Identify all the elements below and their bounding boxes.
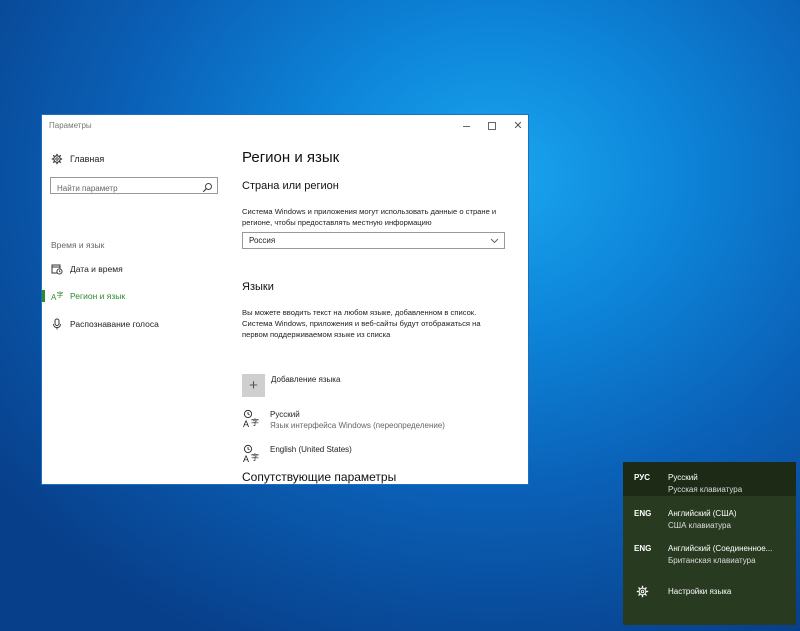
svg-text:A: A	[243, 419, 249, 429]
language-settings-link[interactable]: Настройки языка	[623, 580, 796, 604]
region-language-icon: A字	[51, 290, 63, 302]
close-button[interactable]: ✕	[508, 118, 528, 134]
language-name: English (United States)	[270, 445, 352, 454]
sidebar-item-speech[interactable]: Распознавание голоса	[42, 315, 226, 333]
calendar-clock-icon	[51, 263, 63, 275]
language-name: Русский	[270, 410, 300, 419]
section-label: Время и язык	[51, 240, 105, 250]
related-heading: Сопутствующие параметры	[242, 470, 397, 484]
gear-icon	[51, 153, 63, 165]
keyboard-name: Русская клавиатура	[668, 485, 743, 494]
language-icon: A字	[242, 444, 262, 464]
page-title: Регион и язык	[242, 149, 340, 166]
language-text: Русский Язык интерфейса Windows (переопр…	[270, 409, 445, 431]
plus-icon: +	[242, 374, 265, 397]
gear-icon	[636, 585, 649, 598]
sidebar: Главная Время и язык Дата и время A字 Рег…	[42, 137, 226, 484]
chevron-down-icon	[490, 236, 499, 245]
svg-text:字: 字	[251, 452, 259, 462]
microphone-icon	[51, 318, 63, 330]
language-settings-label: Настройки языка	[668, 587, 732, 596]
language-name: Английский (США)	[668, 509, 737, 518]
search-box	[50, 177, 218, 196]
sidebar-item-label: Распознавание голоса	[70, 319, 159, 329]
flyout-item-eng-uk[interactable]: ENG Английский (Соединенное... Британска…	[623, 533, 796, 567]
home-label: Главная	[70, 154, 105, 164]
add-language-button[interactable]: + Добавление языка	[242, 374, 340, 397]
settings-window: Параметры ✕ Главная Время и язык	[41, 114, 529, 485]
language-item-english[interactable]: A字 English (United States)	[242, 444, 352, 464]
language-code: ENG	[634, 544, 652, 553]
language-icon: A字	[242, 409, 262, 429]
minimize-button[interactable]	[456, 118, 476, 134]
country-heading: Страна или регион	[242, 180, 339, 192]
minimize-icon	[462, 125, 470, 127]
language-code: РУС	[634, 473, 650, 482]
country-select[interactable]: Россия	[242, 232, 505, 249]
add-language-label: Добавление языка	[271, 375, 341, 384]
country-value: Россия	[249, 236, 276, 245]
title-bar[interactable]: Параметры ✕	[42, 115, 528, 137]
content-pane: Регион и язык Страна или регион Система …	[242, 137, 522, 484]
languages-description: Вы можете вводить текст на любом языке, …	[242, 308, 481, 339]
language-name: Английский (Соединенное...	[668, 544, 773, 553]
language-code: ENG	[634, 509, 652, 518]
language-name: Русский	[668, 473, 698, 482]
language-item-russian[interactable]: A字 Русский Язык интерфейса Windows (пере…	[242, 409, 445, 431]
country-description: Система Windows и приложения могут испол…	[242, 207, 497, 227]
svg-text:A: A	[243, 454, 249, 464]
languages-heading: Языки	[242, 281, 274, 293]
close-icon: ✕	[513, 119, 523, 132]
flyout-item-rus[interactable]: РУС Русский Русская клавиатура	[623, 462, 796, 496]
keyboard-name: США клавиатура	[668, 521, 731, 530]
flyout-item-eng-us[interactable]: ENG Английский (США) США клавиатура	[623, 498, 796, 532]
sidebar-item-label: Дата и время	[70, 264, 123, 274]
sidebar-item-region-language[interactable]: A字 Регион и язык	[42, 287, 226, 305]
language-text: English (United States)	[270, 444, 352, 455]
keyboard-name: Британская клавиатура	[668, 556, 756, 565]
language-sub: Язык интерфейса Windows (переопределение…	[270, 421, 445, 430]
search-icon[interactable]	[202, 180, 213, 193]
svg-text:字: 字	[57, 290, 64, 299]
active-indicator	[42, 290, 45, 302]
home-nav-item[interactable]: Главная	[51, 151, 104, 167]
window-title: Параметры	[49, 121, 92, 130]
maximize-button[interactable]	[482, 118, 502, 134]
search-input[interactable]	[51, 181, 197, 196]
maximize-icon	[488, 122, 496, 130]
sidebar-item-label: Регион и язык	[70, 291, 126, 301]
sidebar-item-date-time[interactable]: Дата и время	[42, 260, 226, 278]
language-flyout: РУС Русский Русская клавиатура ENG Англи…	[623, 462, 796, 625]
svg-text:字: 字	[251, 417, 259, 427]
